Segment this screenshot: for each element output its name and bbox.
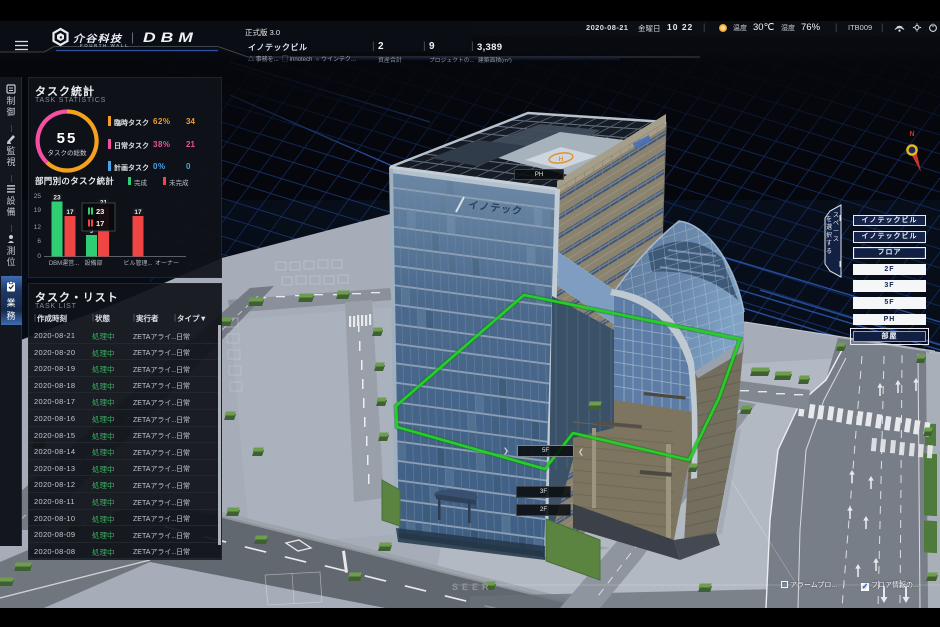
svg-text:23: 23 (96, 207, 104, 216)
svg-text:設備部: 設備部 (84, 259, 102, 267)
svg-text:0: 0 (37, 253, 41, 260)
svg-text:ビル管理...: ビル管理... (123, 259, 152, 267)
svg-text:17: 17 (66, 209, 74, 216)
svg-text:17: 17 (134, 209, 142, 216)
svg-text:6: 6 (37, 238, 41, 245)
svg-text:オーナー: オーナー (155, 260, 179, 267)
svg-text:19: 19 (34, 207, 42, 214)
svg-text:N: N (909, 131, 914, 138)
svg-text:23: 23 (53, 195, 61, 202)
svg-text:25: 25 (34, 193, 42, 200)
svg-text:H: H (559, 156, 564, 163)
svg-text:12: 12 (34, 224, 42, 231)
svg-text:17: 17 (96, 219, 104, 228)
svg-text:DBM運営...: DBM運営... (49, 259, 80, 267)
